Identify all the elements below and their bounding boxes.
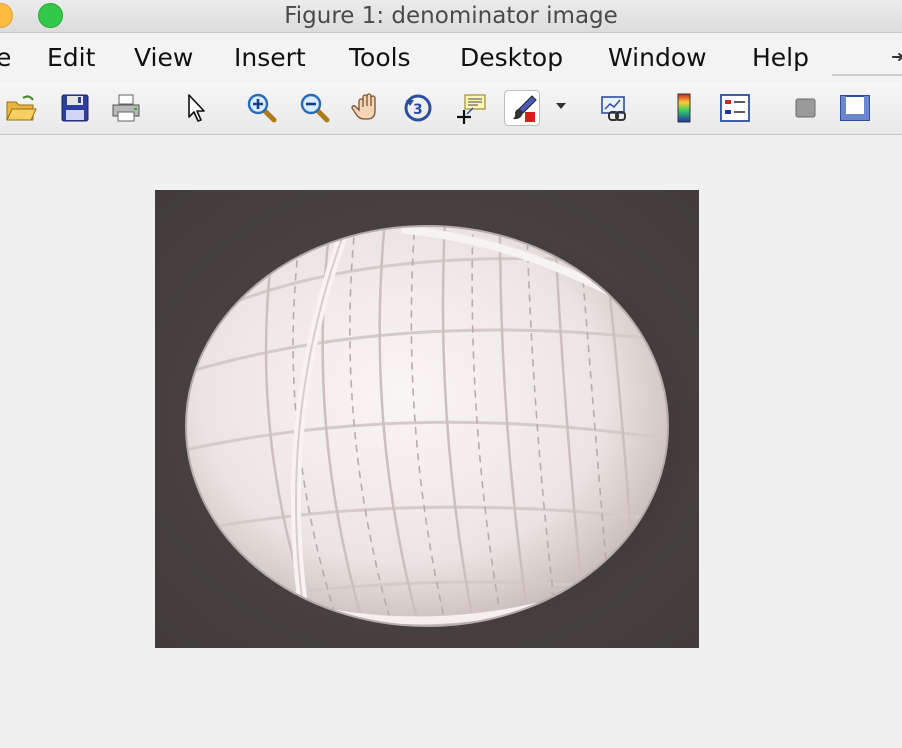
menu-desktop[interactable]: Desktop (460, 42, 563, 74)
menu-overflow-icon[interactable]: ➜ (891, 47, 902, 66)
data-cursor-icon[interactable] (453, 90, 489, 126)
save-icon[interactable] (57, 90, 93, 126)
print-icon[interactable] (108, 90, 144, 126)
twine-ball-image (155, 190, 699, 648)
menu-divider (832, 74, 902, 76)
hide-plot-tools-icon[interactable] (788, 90, 824, 126)
link-plot-icon[interactable] (597, 90, 633, 126)
window-title: Figure 1: denominator image (284, 3, 618, 29)
brush-icon[interactable] (504, 90, 540, 126)
figure-toolbar: 3 (0, 82, 902, 135)
colorbar-icon[interactable] (666, 90, 702, 126)
menu-window[interactable]: Window (608, 42, 707, 74)
figure-image (155, 190, 699, 648)
menu-file[interactable]: e (0, 42, 11, 74)
window-titlebar: Figure 1: denominator image (0, 0, 902, 33)
brush-dropdown-chevron-down-icon[interactable] (556, 103, 566, 109)
zoom-out-icon[interactable] (297, 90, 333, 126)
menu-tools[interactable]: Tools (349, 42, 411, 74)
edit-plot-icon[interactable] (178, 90, 214, 126)
show-plot-tools-icon[interactable] (837, 90, 873, 126)
menu-help[interactable]: Help (752, 42, 809, 74)
menu-bar: e Edit View Insert Tools Desktop Window … (0, 33, 902, 81)
menu-insert[interactable]: Insert (234, 42, 306, 74)
legend-icon[interactable] (717, 90, 753, 126)
pan-icon[interactable] (350, 90, 386, 126)
svg-text:3: 3 (413, 102, 423, 118)
menu-edit[interactable]: Edit (47, 42, 95, 74)
menu-view[interactable]: View (134, 42, 193, 74)
open-file-icon[interactable] (3, 90, 39, 126)
rotate-3d-icon[interactable]: 3 (400, 90, 436, 126)
zoom-in-icon[interactable] (244, 90, 280, 126)
